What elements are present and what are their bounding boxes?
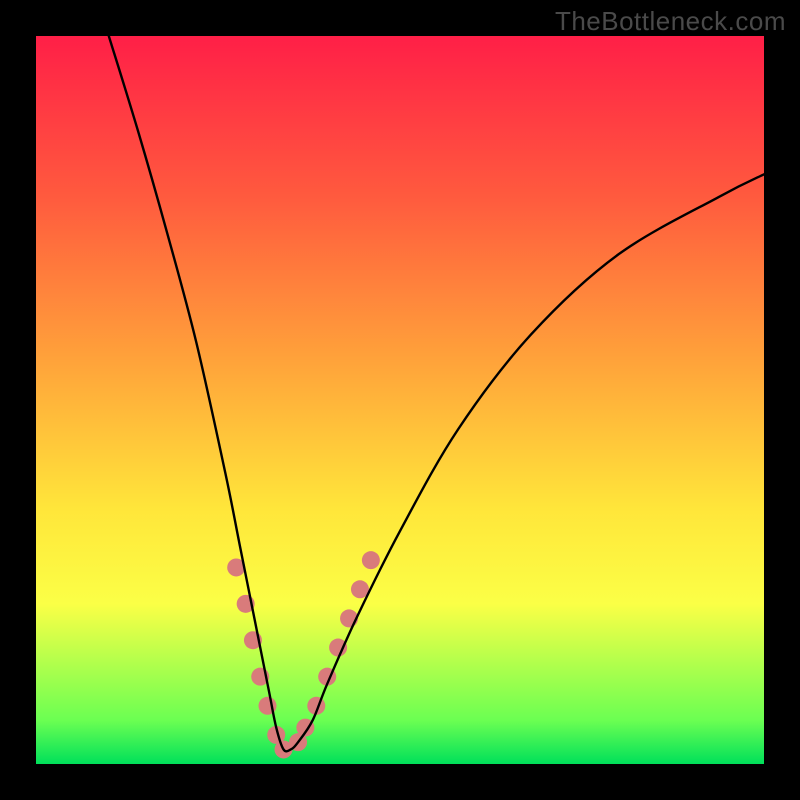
bottleneck-curve xyxy=(109,36,764,751)
curve-svg xyxy=(36,36,764,764)
highlight-dots-group xyxy=(227,551,380,758)
plot-area xyxy=(36,36,764,764)
chart-frame: TheBottleneck.com xyxy=(0,0,800,800)
highlight-dot xyxy=(362,551,380,569)
watermark-text: TheBottleneck.com xyxy=(555,6,786,37)
highlight-dot xyxy=(329,639,347,657)
